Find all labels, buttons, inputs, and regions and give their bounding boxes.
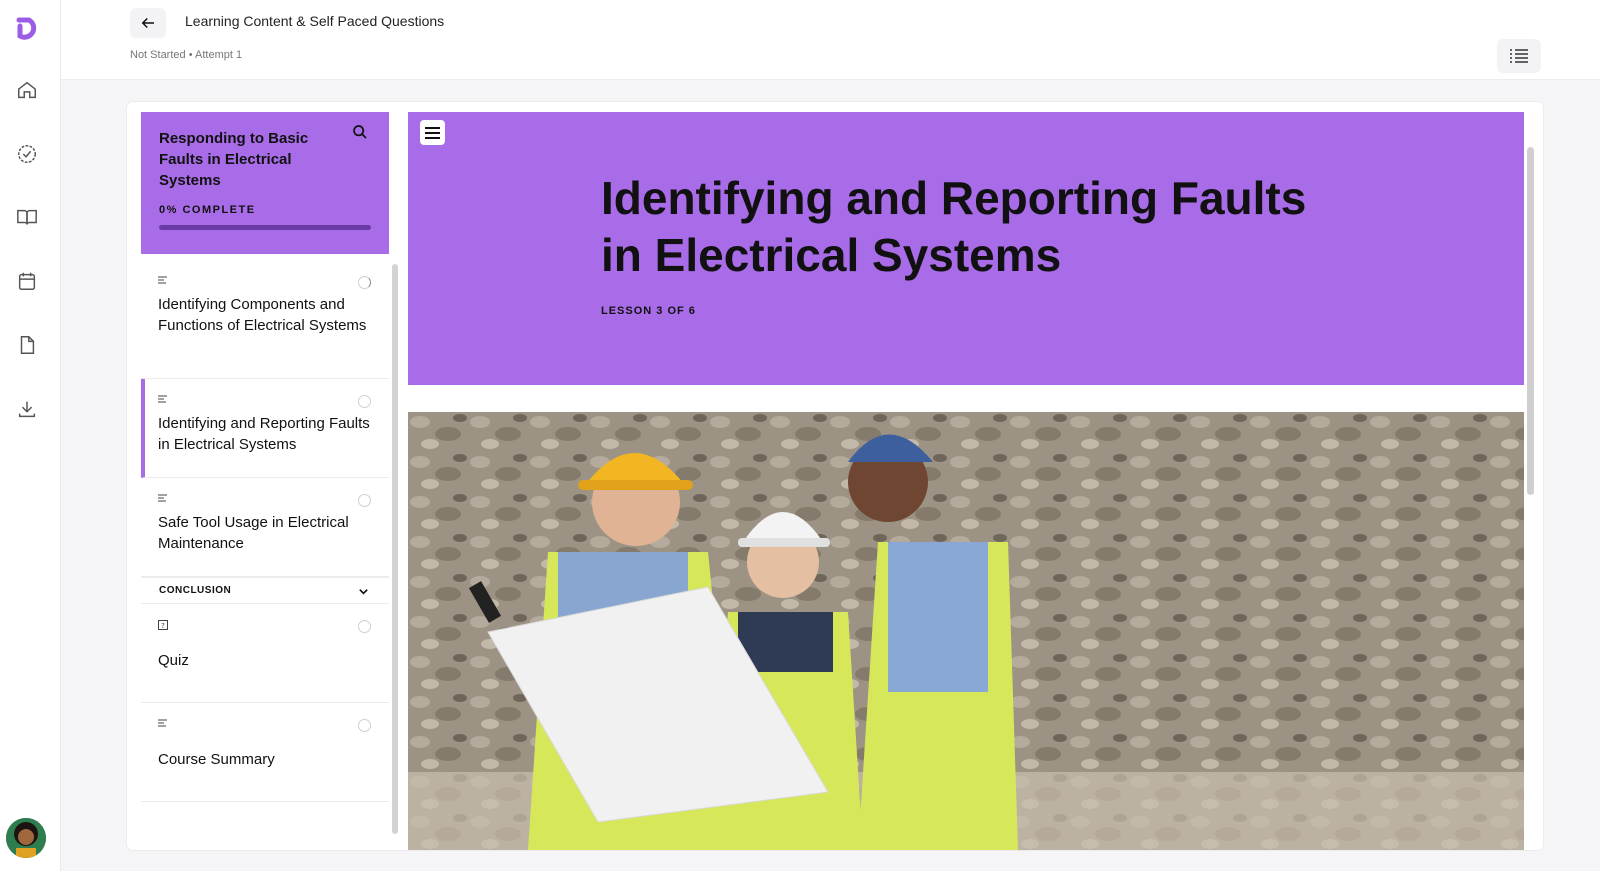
content-card: Responding to Basic Faults in Electrical… <box>127 102 1543 850</box>
attempt-status: Not Started • Attempt 1 <box>130 49 243 61</box>
progress-bar <box>159 225 371 230</box>
hamburger-icon <box>425 126 440 139</box>
quiz-icon: ? <box>158 620 168 630</box>
lines-icon <box>158 276 167 284</box>
chevron-down-icon <box>359 589 368 595</box>
lesson-item-summary[interactable]: Course Summary <box>141 703 389 802</box>
lesson-label: Course Summary <box>158 751 275 768</box>
progress-label: 0% COMPLETE <box>159 204 256 216</box>
home-icon[interactable] <box>15 78 39 102</box>
lesson-label: Safe Tool Usage in Electrical Maintenanc… <box>158 514 349 552</box>
section-header-conclusion[interactable]: CONCLUSION <box>141 577 389 604</box>
lines-icon <box>158 494 167 502</box>
check-badge-icon[interactable] <box>15 142 39 166</box>
sidebar-scrollbar[interactable] <box>392 264 398 834</box>
lesson-status-icon <box>358 276 371 289</box>
lesson-item-quiz[interactable]: ? Quiz <box>141 604 389 703</box>
engineers-photo <box>408 412 1524 850</box>
hamburger-menu-button[interactable] <box>420 120 445 145</box>
course-title: Responding to Basic Faults in Electrical… <box>159 130 309 189</box>
lesson-counter: LESSON 3 OF 6 <box>601 305 696 317</box>
lesson-item-active[interactable]: Identifying and Reporting Faults in Elec… <box>141 379 389 478</box>
lesson-label: Identifying and Reporting Faults in Elec… <box>158 415 370 453</box>
svg-text:?: ? <box>161 622 165 630</box>
app-logo-icon[interactable] <box>12 14 42 44</box>
lines-icon <box>158 719 167 727</box>
lesson-hero-image <box>408 412 1524 850</box>
list-icon <box>1510 49 1528 63</box>
lesson-status-icon <box>358 620 371 633</box>
user-avatar[interactable] <box>6 818 46 858</box>
lesson-title: Identifying and Reporting Faults in Elec… <box>601 172 1307 281</box>
left-nav-rail <box>0 0 61 871</box>
lesson-label: Identifying Components and Functions of … <box>158 296 367 334</box>
back-button[interactable] <box>130 8 166 38</box>
lesson-hero: Identifying and Reporting Faults in Elec… <box>408 112 1524 385</box>
calendar-icon[interactable] <box>15 269 39 293</box>
page-title: Learning Content & Self Paced Questions <box>185 13 445 29</box>
lesson-label: Quiz <box>158 652 189 669</box>
document-icon[interactable] <box>15 333 39 357</box>
lesson-item[interactable]: Safe Tool Usage in Electrical Maintenanc… <box>141 478 389 577</box>
outline-toggle-button[interactable] <box>1497 39 1541 73</box>
lesson-status-icon <box>358 494 371 507</box>
lines-icon <box>158 395 167 403</box>
search-icon[interactable] <box>352 124 370 142</box>
section-label: CONCLUSION <box>159 585 232 596</box>
course-sidebar: Responding to Basic Faults in Electrical… <box>141 112 389 850</box>
lesson-item[interactable]: Identifying Components and Functions of … <box>141 260 389 379</box>
top-header: Learning Content & Self Paced Questions … <box>61 0 1600 80</box>
download-icon[interactable] <box>15 397 39 421</box>
lesson-status-icon <box>358 719 371 732</box>
arrow-left-icon <box>141 17 154 29</box>
course-header: Responding to Basic Faults in Electrical… <box>141 112 389 254</box>
book-icon[interactable] <box>15 205 39 229</box>
lesson-status-icon <box>358 395 371 408</box>
content-scrollbar[interactable] <box>1527 147 1534 495</box>
